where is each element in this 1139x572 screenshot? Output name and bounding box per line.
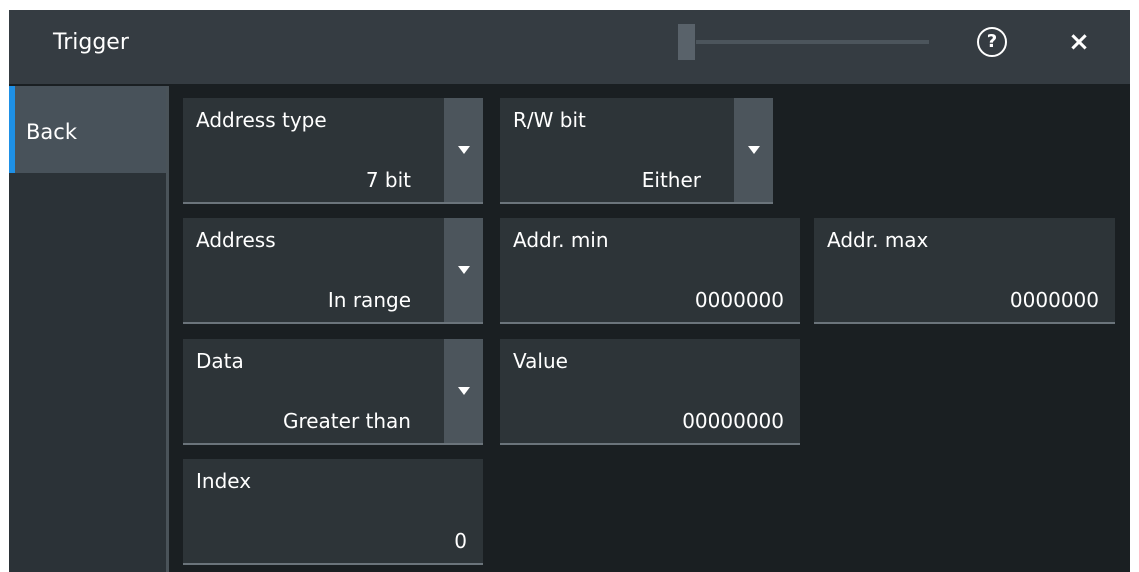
transparency-slider-handle[interactable] — [678, 24, 695, 60]
transparency-slider-track[interactable] — [696, 40, 929, 44]
value-field[interactable]: Value 00000000 — [500, 339, 800, 445]
address-value: In range — [327, 288, 411, 312]
index-field[interactable]: Index 0 — [183, 459, 483, 565]
address-type-dropdown-button[interactable] — [444, 98, 483, 202]
index-value: 0 — [454, 529, 467, 553]
index-label: Index — [196, 469, 252, 493]
data-label: Data — [196, 349, 244, 373]
rw-bit-dropdown[interactable]: R/W bit Either — [500, 98, 773, 204]
title-bar: Trigger ? × — [9, 10, 1130, 84]
close-icon[interactable]: × — [1063, 22, 1095, 62]
address-label: Address — [196, 228, 276, 252]
chevron-down-icon — [748, 146, 760, 154]
rw-bit-dropdown-button[interactable] — [734, 98, 773, 202]
address-dropdown-button[interactable] — [444, 218, 483, 322]
help-icon[interactable]: ? — [977, 27, 1007, 57]
addr-max-field[interactable]: Addr. max 0000000 — [814, 218, 1115, 324]
data-dropdown-button[interactable] — [444, 339, 483, 443]
sidebar-divider — [166, 86, 169, 572]
address-type-value: 7 bit — [365, 168, 411, 192]
addr-max-label: Addr. max — [827, 228, 929, 252]
addr-min-field[interactable]: Addr. min 0000000 — [500, 218, 800, 324]
back-label: Back — [26, 120, 77, 144]
rw-bit-label: R/W bit — [513, 108, 586, 132]
back-button[interactable]: Back — [9, 86, 166, 173]
chevron-down-icon — [458, 387, 470, 395]
addr-min-value: 0000000 — [694, 288, 784, 312]
value-value: 00000000 — [682, 409, 784, 433]
trigger-dialog: Trigger ? × Back Address type 7 bit R/W … — [9, 10, 1130, 572]
data-value: Greater than — [282, 409, 411, 433]
addr-min-label: Addr. min — [513, 228, 609, 252]
value-label: Value — [513, 349, 568, 373]
back-accent-bar — [9, 86, 15, 173]
dialog-title: Trigger — [53, 30, 129, 55]
rw-bit-value: Either — [641, 168, 701, 192]
chevron-down-icon — [458, 266, 470, 274]
address-dropdown[interactable]: Address In range — [183, 218, 483, 324]
address-type-label: Address type — [196, 108, 327, 132]
address-type-dropdown[interactable]: Address type 7 bit — [183, 98, 483, 204]
chevron-down-icon — [458, 146, 470, 154]
data-dropdown[interactable]: Data Greater than — [183, 339, 483, 445]
addr-max-value: 0000000 — [1009, 288, 1099, 312]
